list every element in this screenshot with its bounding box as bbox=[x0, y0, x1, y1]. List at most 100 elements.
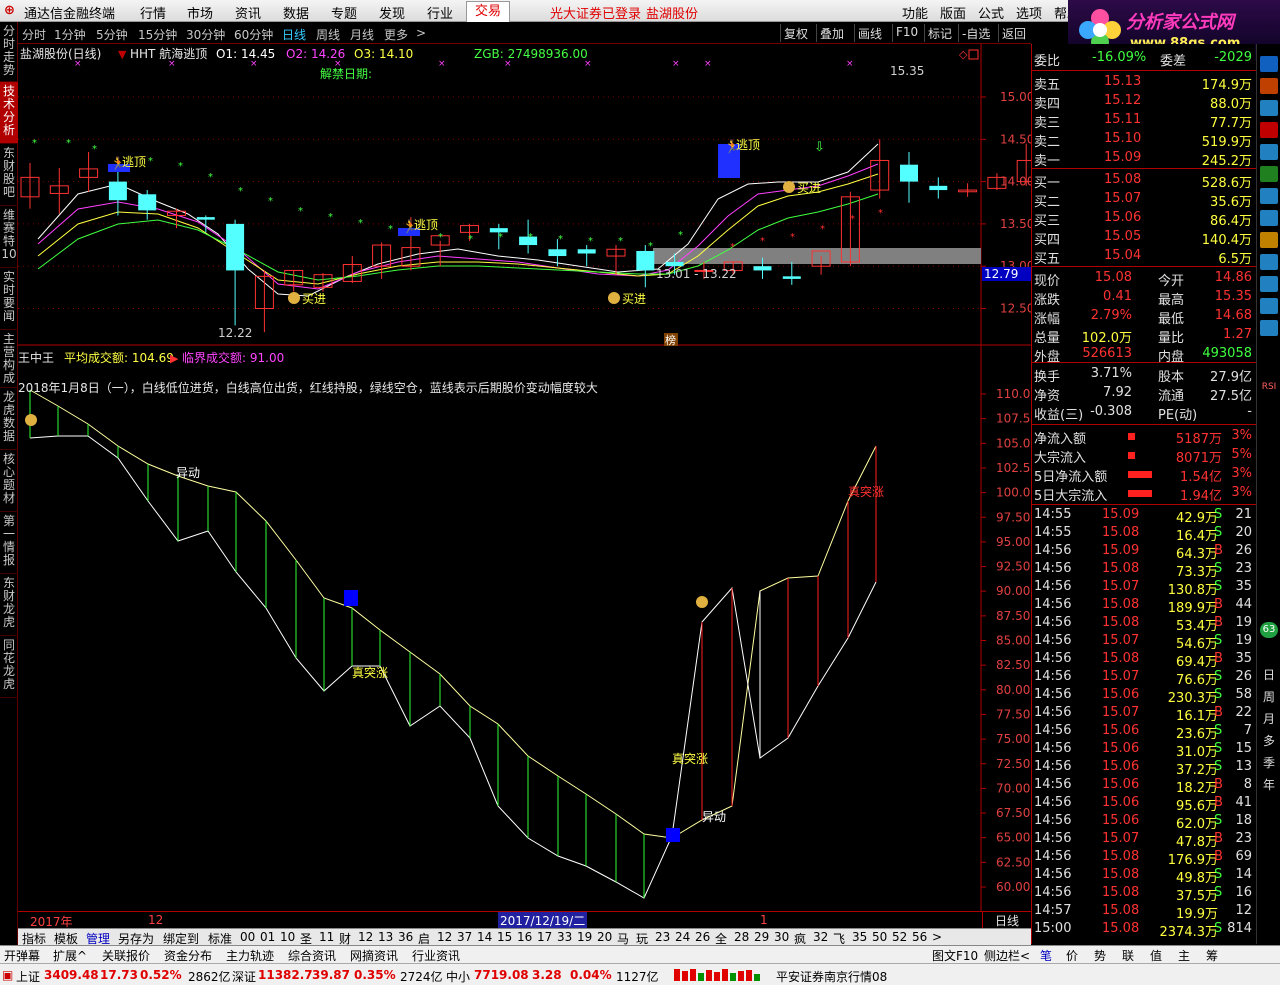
side-tab-yaowen[interactable]: 实时要闻 bbox=[0, 268, 18, 330]
menu-item-hangye[interactable]: 行业 bbox=[427, 3, 453, 22]
tool-icon[interactable] bbox=[1260, 254, 1278, 270]
indicator-tab[interactable]: 30 bbox=[774, 930, 789, 944]
sz-label[interactable]: 深证 bbox=[232, 968, 256, 985]
menu-item-shichang[interactable]: 市场 bbox=[187, 3, 213, 22]
indicator-tab[interactable]: 52 bbox=[892, 930, 907, 944]
period-switch-5[interactable]: 多 bbox=[1260, 732, 1278, 749]
sh-label[interactable]: 上证 bbox=[16, 968, 40, 985]
indicator-title[interactable]: 王中王 bbox=[18, 350, 54, 365]
tool-icon[interactable] bbox=[1260, 56, 1278, 72]
period-30min[interactable]: 30分钟 bbox=[186, 26, 225, 43]
side-panel-tab[interactable]: 笔 bbox=[1040, 947, 1052, 964]
menu-item-hangqing[interactable]: 行情 bbox=[140, 3, 166, 22]
kline-chart[interactable]: * *** ********* * * * * * * **** ****× × × × × × × × × × 15… bbox=[18, 44, 1031, 346]
period-15min[interactable]: 15分钟 bbox=[138, 26, 177, 43]
indicator-tab[interactable]: 36 bbox=[398, 930, 413, 944]
indicator-tab[interactable]: 00 bbox=[240, 930, 255, 944]
period-switch-4[interactable]: 月 bbox=[1260, 710, 1278, 727]
mark-button[interactable]: 标记 bbox=[924, 24, 955, 42]
indicator-tab[interactable]: 13 bbox=[378, 930, 393, 944]
indicator-tab[interactable]: 33 bbox=[557, 930, 572, 944]
side-tab-jishu[interactable]: 技术分析 bbox=[0, 82, 18, 144]
tool-icon[interactable] bbox=[1260, 78, 1278, 94]
side-panel-tab[interactable]: 主 bbox=[1178, 947, 1190, 964]
rsi-icon[interactable]: RSI bbox=[1260, 382, 1278, 392]
indicator-tab[interactable]: 50 bbox=[872, 930, 887, 944]
watchlist-button[interactable]: -自选 bbox=[958, 24, 993, 42]
indicator-tab[interactable]: 23 bbox=[655, 930, 670, 944]
side-tab-ticai[interactable]: 核心题材 bbox=[0, 450, 18, 512]
news-tab[interactable]: 扩展^ bbox=[53, 947, 87, 964]
indicator-tab[interactable]: 20 bbox=[597, 930, 612, 944]
indicator-tab[interactable]: 37 bbox=[457, 930, 472, 944]
period-switch-2[interactable]: 日 bbox=[1260, 666, 1278, 683]
news-tab[interactable]: 主力轨迹 bbox=[226, 947, 274, 964]
indicator-tab[interactable]: 32 bbox=[813, 930, 828, 944]
tool-icon[interactable] bbox=[1260, 232, 1278, 248]
indicator-tab[interactable]: 10 bbox=[280, 930, 295, 944]
side-panel-tab[interactable]: 筹 bbox=[1206, 947, 1218, 964]
indicator-tab[interactable]: 35 bbox=[852, 930, 867, 944]
period-switch-6[interactable]: 季 bbox=[1260, 754, 1278, 771]
draw-button[interactable]: 画线 bbox=[854, 24, 885, 42]
indicator-tab[interactable]: 19 bbox=[577, 930, 592, 944]
side-tab-longhu[interactable]: 龙虎数据 bbox=[0, 388, 18, 450]
overlay-button[interactable]: 叠加 bbox=[816, 24, 847, 42]
indicator-tab[interactable]: 12 bbox=[358, 930, 373, 944]
counter-badge[interactable]: 63 bbox=[1260, 622, 1278, 638]
side-panel-tab[interactable]: 图文F10 bbox=[932, 947, 978, 964]
menu-item-jiaoyi[interactable]: 交易 bbox=[466, 1, 511, 22]
menu-item-xuanxiang[interactable]: 选项 bbox=[1016, 3, 1042, 22]
side-tab-dongcai-longhu[interactable]: 东财龙虎 bbox=[0, 574, 18, 636]
side-panel-tab[interactable]: 值 bbox=[1150, 947, 1162, 964]
back-button[interactable]: 返回 bbox=[998, 24, 1029, 42]
tool-icon[interactable] bbox=[1260, 320, 1278, 336]
side-panel-tab[interactable]: 联 bbox=[1122, 947, 1134, 964]
menu-item-gongneng[interactable]: 功能 bbox=[902, 3, 928, 22]
side-tab-guba[interactable]: 东财股吧 bbox=[0, 144, 18, 206]
indicator-tab[interactable]: 26 bbox=[695, 930, 710, 944]
news-tab[interactable]: 行业资讯 bbox=[412, 947, 460, 964]
menu-item-banmian[interactable]: 版面 bbox=[940, 3, 966, 22]
period-next-arrow[interactable]: > bbox=[416, 26, 426, 40]
tool-icon[interactable] bbox=[1260, 122, 1278, 138]
indicator-tab[interactable]: 29 bbox=[754, 930, 769, 944]
period-switch-7[interactable]: 年 bbox=[1260, 776, 1278, 793]
tool-icon[interactable] bbox=[1260, 210, 1278, 226]
side-tab-zhuying[interactable]: 主营构成 bbox=[0, 330, 18, 388]
menu-item-zhuanti[interactable]: 专题 bbox=[331, 3, 357, 22]
news-tab[interactable]: 网摘资讯 bbox=[350, 947, 398, 964]
indicator-tab[interactable]: 56 bbox=[912, 930, 927, 944]
period-monthly[interactable]: 月线 bbox=[350, 26, 374, 43]
side-tab-fenshi[interactable]: 分时走势 bbox=[0, 22, 18, 82]
indicator-tab[interactable]: 16 bbox=[517, 930, 532, 944]
news-tab[interactable]: 资金分布 bbox=[164, 947, 212, 964]
news-tab[interactable]: 开弹幕 bbox=[4, 947, 40, 964]
period-60min[interactable]: 60分钟 bbox=[234, 26, 273, 43]
news-tab[interactable]: 综合资讯 bbox=[288, 947, 336, 964]
menu-item-faxian[interactable]: 发现 bbox=[379, 3, 405, 22]
current-stock[interactable]: 盐湖股份 bbox=[646, 3, 698, 22]
period-fenshi[interactable]: 分时 bbox=[22, 26, 46, 43]
period-more[interactable]: 更多 bbox=[384, 26, 408, 43]
period-daily[interactable]: 日线 bbox=[282, 26, 306, 43]
period-1min[interactable]: 1分钟 bbox=[54, 26, 86, 43]
indicator-tab[interactable]: 12 bbox=[437, 930, 452, 944]
indicator-tab[interactable]: 28 bbox=[734, 930, 749, 944]
tool-icon[interactable] bbox=[1260, 144, 1278, 160]
tool-icon[interactable] bbox=[1260, 166, 1278, 182]
indicator-tab[interactable]: 15 bbox=[497, 930, 512, 944]
indicator-name[interactable]: HHT 航海逃顶 bbox=[130, 46, 207, 61]
indicator-tab[interactable]: 11 bbox=[319, 930, 334, 944]
side-tab-qingbao[interactable]: 第一情报 bbox=[0, 512, 18, 574]
tool-icon[interactable] bbox=[1260, 188, 1278, 204]
indicator-tab[interactable]: 17 bbox=[537, 930, 552, 944]
side-panel-tab[interactable]: 价 bbox=[1066, 947, 1078, 964]
indicator-tab[interactable]: > bbox=[932, 930, 942, 944]
zx-label[interactable]: 中小 bbox=[446, 968, 470, 985]
menu-item-gongshi[interactable]: 公式 bbox=[978, 3, 1004, 22]
menu-item-zixun[interactable]: 资讯 bbox=[235, 3, 261, 22]
tool-icon[interactable] bbox=[1260, 100, 1278, 116]
indicator-chart[interactable]: 110.0 107.5 105.0 102.5 100.0 97.50 95.00 92.50… bbox=[18, 346, 1031, 911]
f10-button[interactable]: F10 bbox=[892, 24, 921, 42]
